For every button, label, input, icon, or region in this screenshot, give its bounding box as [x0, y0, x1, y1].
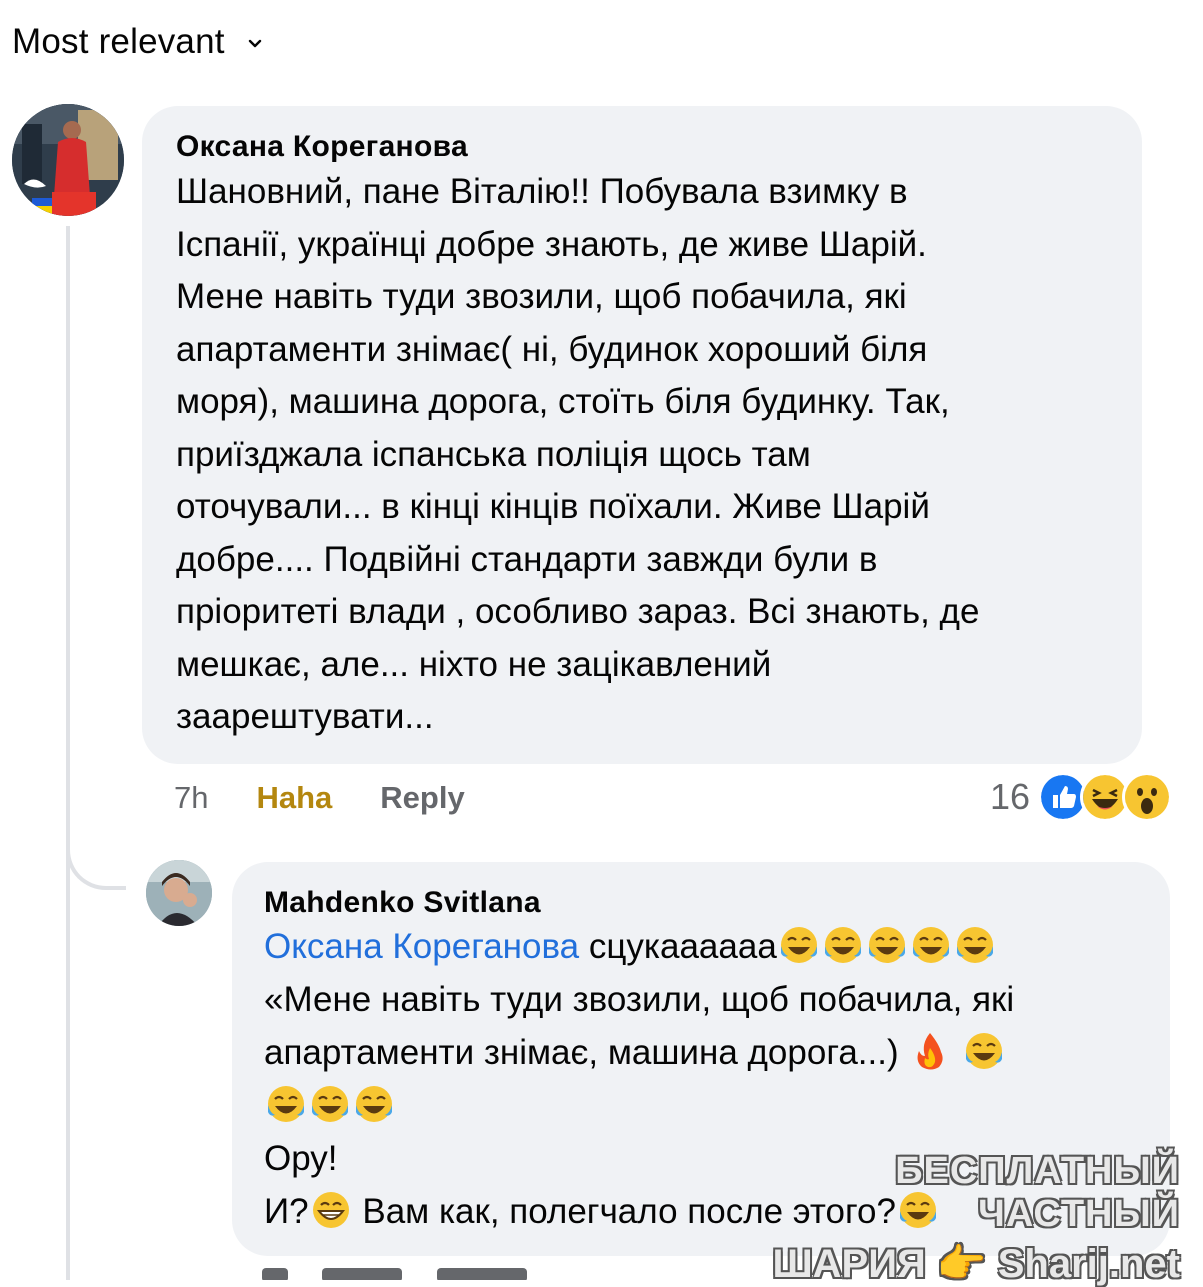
grinning-emoji-icon [312, 1192, 349, 1228]
avatar-photo [12, 104, 124, 216]
wow-icon [1122, 772, 1173, 822]
tears-of-joy-emoji-icon [356, 1086, 392, 1122]
comment-line: заарештувати... [176, 697, 434, 736]
comment-line: Шановний, пане Віталію!! Побувала взимку… [176, 172, 908, 211]
chevron-down-icon [248, 39, 261, 48]
comment-line: апартаменти знімає( ні, будинок хороший … [176, 329, 928, 369]
fire-emoji-icon [917, 1033, 943, 1070]
react-button[interactable]: Haha [256, 780, 332, 816]
reply-line: Оксана Кореганова сцукаааааа [264, 920, 1144, 973]
sort-label: Most relevant [12, 22, 225, 61]
reply-line: Ору! [264, 1139, 338, 1178]
comment-line: приїзджала іспанська поліція щось там [176, 434, 811, 474]
reply-line: И? Вам как, полегчало после этого? [264, 1185, 1144, 1238]
comment-line: мешкає, але... ніхто не зацікавлений [176, 644, 772, 684]
thread-line [66, 226, 70, 1280]
tears-of-joy-emoji-icon [956, 927, 993, 963]
avatar[interactable] [146, 860, 212, 926]
reply-button[interactable]: Reply [380, 780, 464, 816]
comment-line: моря), машина дорога, стоїть біля будинк… [176, 382, 950, 421]
tears-of-joy-emoji-icon [868, 927, 905, 963]
reply-line [264, 1079, 1144, 1132]
comment-text: Шановний, пане Віталію!! Побувала взимку… [176, 166, 1112, 744]
avatar[interactable] [12, 104, 124, 216]
comment-timestamp[interactable]: 7h [174, 780, 208, 816]
reply-line-text: И? [264, 1192, 309, 1231]
comment-line: оточували... в кінці кінців поїхали. Жив… [176, 487, 930, 526]
mention-link[interactable]: Оксана Кореганова [264, 927, 579, 966]
tears-of-joy-emoji-icon [268, 1086, 304, 1122]
comment-line: Мене навіть туди звозили, щоб побачила, … [176, 277, 907, 316]
reaction-count: 16 [990, 776, 1031, 817]
reaction-summary[interactable]: 16 [990, 772, 1173, 822]
comment-author[interactable]: Оксана Кореганова [176, 130, 1110, 164]
reply-line-text: сцукаааааа [588, 927, 777, 966]
comment-line: добре.... Подвійні стандарти завжди були… [176, 539, 878, 579]
cutoff-text [436, 1268, 527, 1280]
thread-connector [66, 810, 126, 890]
reply-line-text: апартаменти знімає, машина дорога...) [264, 1033, 899, 1072]
comment-actions: 7h Haha Reply [174, 780, 465, 816]
comment-bubble: Оксана Кореганова Шановний, пане Віталію… [142, 106, 1142, 764]
cutoff-actions [262, 1268, 642, 1280]
reply-text: Оксана Кореганова сцукаааааа «Мене навіт… [264, 920, 1144, 1238]
avatar-photo [146, 860, 212, 926]
tears-of-joy-emoji-icon [912, 927, 949, 963]
tears-of-joy-emoji-icon [312, 1086, 348, 1122]
reply-line: апартаменти знімає, машина дорога...) [264, 1026, 1144, 1079]
reply-author[interactable]: Mahdenko Svitlana [264, 886, 1138, 920]
reply-line-text: Вам как, полегчало после этого? [362, 1192, 896, 1231]
comment-line: Іспанії, українці добре знають, де живе … [176, 224, 927, 264]
tears-of-joy-emoji-icon [824, 927, 861, 963]
cutoff-text [322, 1268, 403, 1280]
tears-of-joy-emoji-icon [966, 1033, 1003, 1069]
sort-dropdown[interactable]: Most relevant [12, 22, 263, 62]
reply-bubble: Mahdenko Svitlana Оксана Кореганова сцук… [232, 862, 1170, 1256]
reply-line: «Мене навіть туди звозили, щоб побачила,… [264, 980, 1015, 1019]
comment-line: пріоритеті влади , особливо зараз. Всі з… [176, 592, 980, 631]
tears-of-joy-emoji-icon [780, 927, 817, 963]
cutoff-text [262, 1268, 288, 1280]
tears-of-joy-emoji-icon [899, 1192, 936, 1228]
